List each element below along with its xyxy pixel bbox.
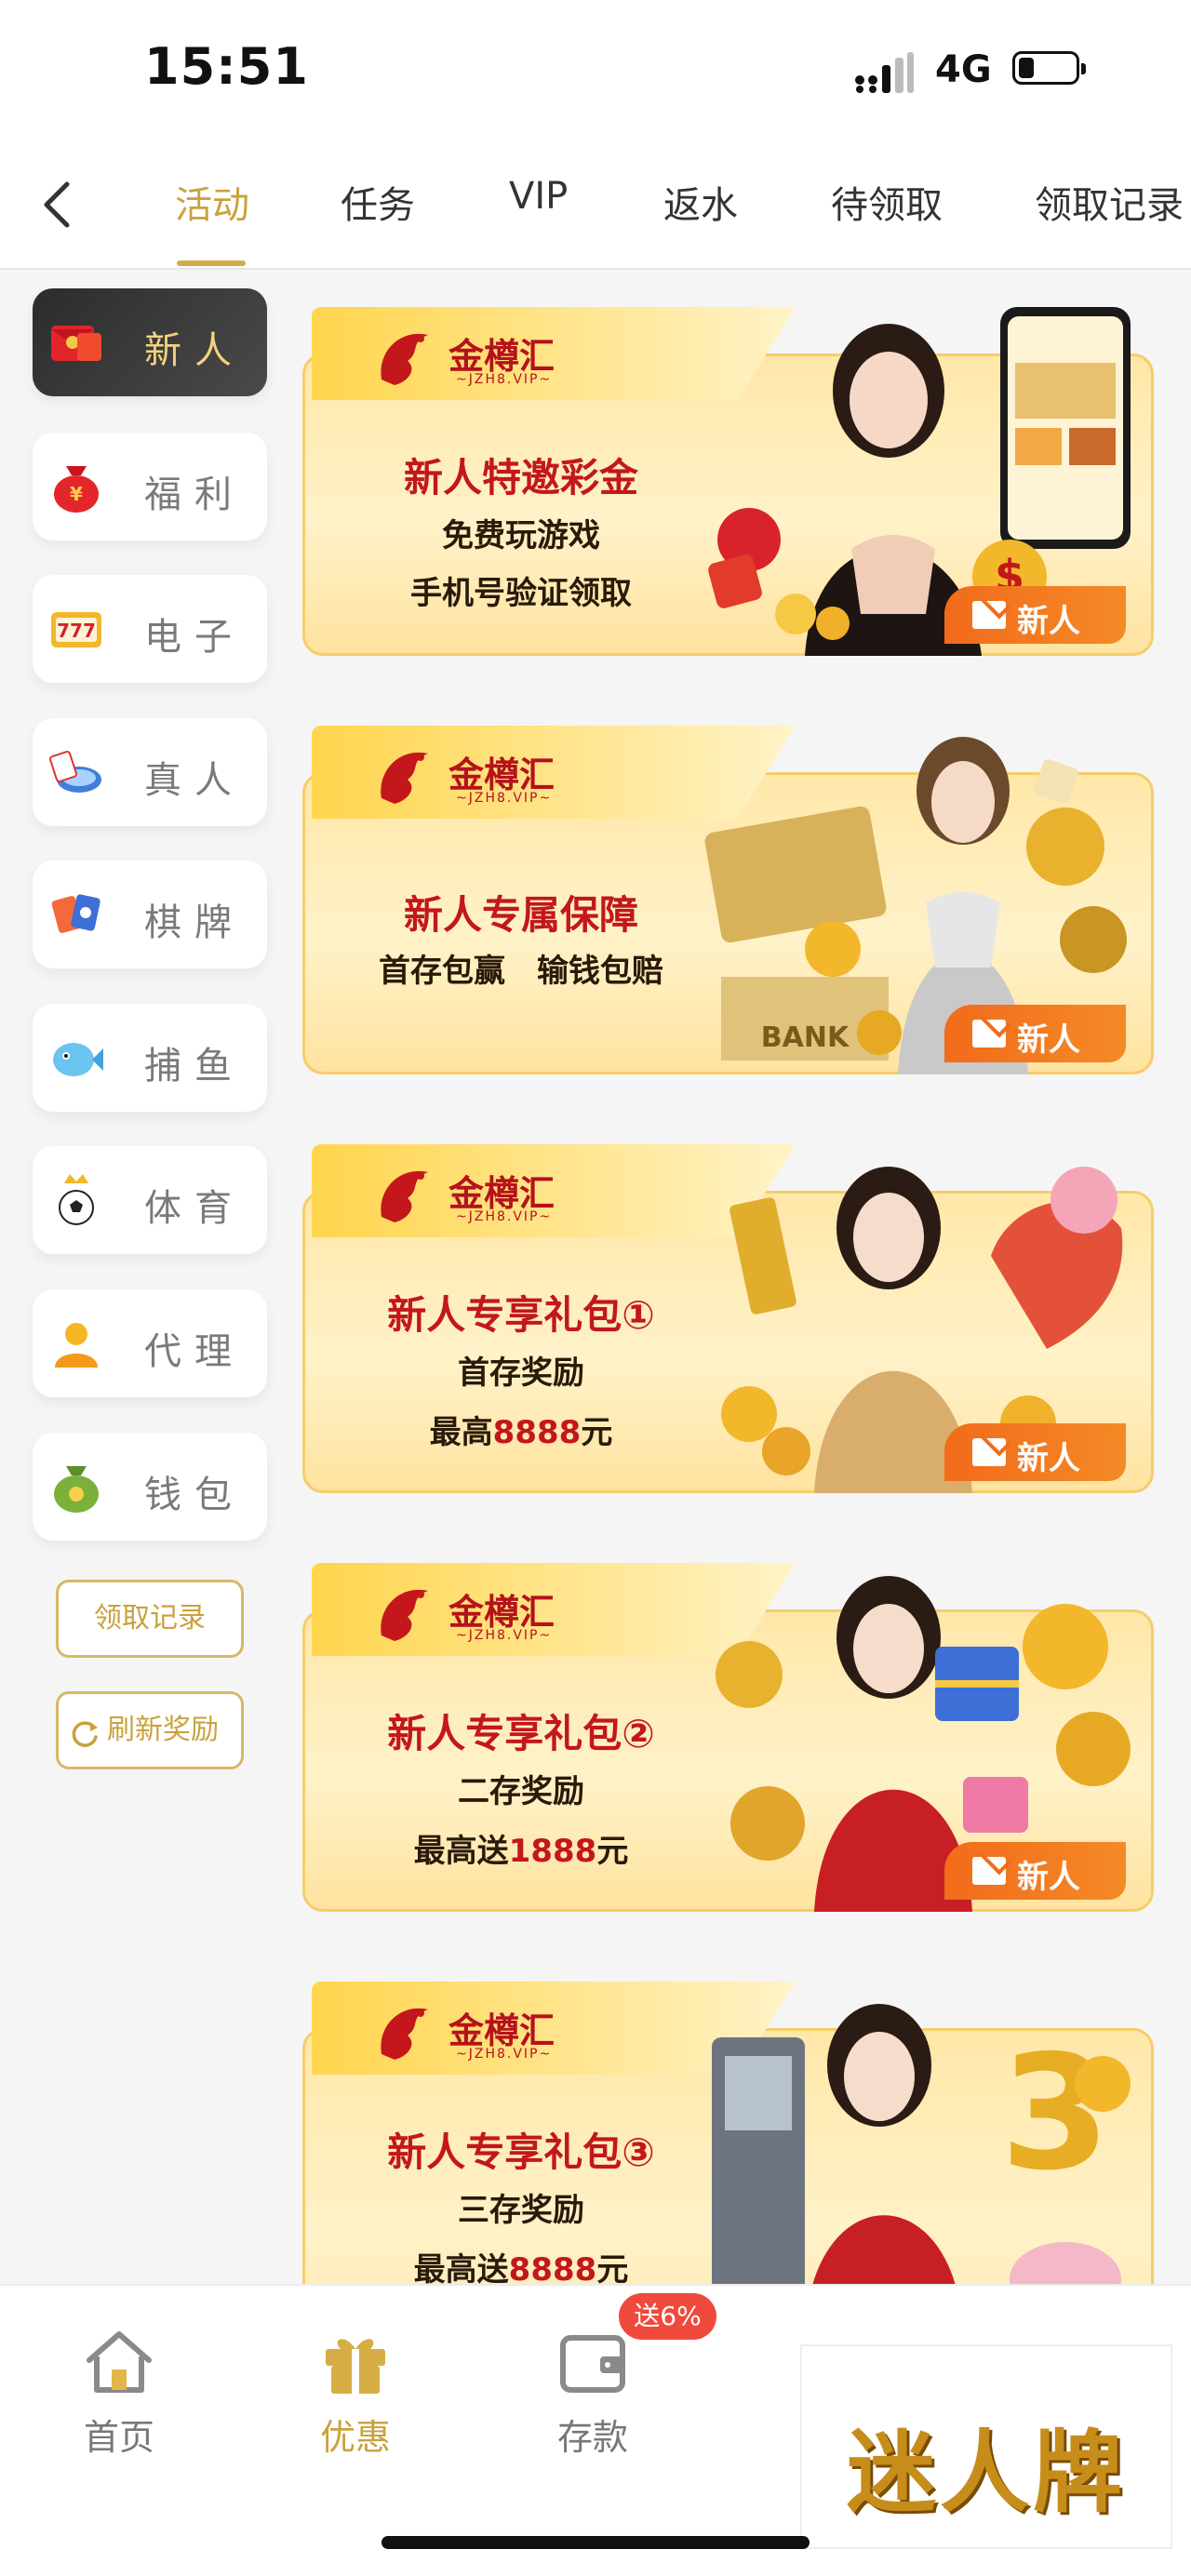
svg-text:777: 777 — [57, 620, 96, 642]
sidebar-item-label: 钱包 — [144, 1474, 245, 1516]
banner-line: 二存奖励 — [458, 1773, 584, 1810]
sidebar-item-sports[interactable]: 体育 — [33, 1146, 267, 1254]
banner-title: 新人专享礼包① — [387, 1292, 655, 1338]
sidebar-item-fishing[interactable]: 捕鱼 — [33, 1004, 267, 1112]
tab-vip[interactable]: VIP — [509, 175, 568, 218]
newbie-badge: 新人 — [944, 1005, 1126, 1062]
dragon-logo-icon — [381, 1170, 428, 1222]
banner-line: 最高送1888元 — [413, 1833, 629, 1870]
dragon-logo-icon — [381, 333, 428, 385]
battery-icon — [1012, 51, 1086, 85]
banner-title: 新人专属保障 — [403, 892, 638, 938]
refresh-reward-button[interactable]: 刷新奖励 — [56, 1691, 244, 1769]
promo-banner-4[interactable]: 金樽汇 ~JZH8.VIP~ 新人专享礼包② 二存奖励 最高送1888元 新人 — [302, 1563, 1154, 1926]
sidebar-item-label: 新人 — [144, 329, 245, 372]
brand-logo: 金樽汇 ~JZH8.VIP~ — [372, 742, 633, 817]
network-label: 4G — [935, 48, 992, 91]
fish-icon — [53, 1043, 103, 1076]
slot-777-icon: 777 — [51, 612, 101, 647]
banner-line: 免费玩游戏 — [442, 517, 600, 554]
active-tab-indicator — [177, 260, 246, 266]
sidebar-item-slots[interactable]: 777 电子 — [33, 575, 267, 683]
claim-record-button[interactable]: 领取记录 — [56, 1580, 244, 1658]
banner-title: 新人专享礼包② — [387, 1711, 655, 1756]
sidebar-item-label: 代理 — [144, 1330, 245, 1373]
money-bag-icon: ¥ — [54, 466, 99, 513]
home-indicator — [381, 2536, 810, 2549]
brand-logo: 金樽汇 ~JZH8.VIP~ — [372, 324, 633, 398]
tab-claim-history[interactable]: 领取记录 — [1035, 175, 1184, 229]
refresh-icon — [72, 1721, 98, 1747]
promo-banner-1[interactable]: 金樽汇 ~JZH8.VIP~ 新人特邀彩金 免费玩游戏 手机号验证领取 $ 新人 — [302, 307, 1154, 670]
dragon-logo-icon — [381, 2008, 428, 2060]
tab-rebate[interactable]: 返水 — [663, 175, 738, 229]
wallet-icon — [560, 2335, 625, 2393]
soccer-icon — [59, 1174, 94, 1225]
banner-title: 新人专享礼包③ — [387, 2129, 655, 2175]
wallet-icon — [54, 1466, 99, 1513]
promo-banner-5[interactable]: 金樽汇 ~JZH8.VIP~ 新人专享礼包③ 三存奖励 最高送8888元 3 — [302, 1982, 1154, 2284]
envelope-icon — [972, 1020, 1006, 1048]
newbie-badge: 新人 — [944, 586, 1126, 644]
dragon-logo-icon — [381, 1589, 428, 1641]
nav-deposit[interactable]: 存款 — [537, 2323, 649, 2460]
banner-title: 新人特邀彩金 — [403, 455, 638, 501]
signal-icon — [855, 52, 914, 93]
sidebar-item-welfare[interactable]: ¥ 福利 — [33, 433, 267, 541]
cards-icon — [51, 894, 100, 933]
sidebar-item-label: 电子 — [144, 616, 245, 659]
agent-icon — [55, 1323, 98, 1368]
banner-line: 首存奖励 — [458, 1355, 584, 1392]
sidebar-item-label: 体育 — [144, 1187, 245, 1230]
brand-logo: 金樽汇 ~JZH8.VIP~ — [372, 1998, 633, 2073]
refresh-label: 刷新奖励 — [107, 1714, 219, 1746]
nav-promotions[interactable]: 优惠 — [300, 2323, 411, 2460]
tab-activity[interactable]: 活动 — [175, 175, 249, 229]
sidebar-item-newbie[interactable]: 新人 — [33, 288, 267, 396]
home-icon — [87, 2331, 152, 2393]
banner-line: 最高8888元 — [429, 1414, 613, 1451]
deposit-bonus-badge: 送6% — [619, 2293, 716, 2340]
banner-line: 三存奖励 — [458, 2192, 584, 2229]
promo-banner-3[interactable]: 金樽汇 ~JZH8.VIP~ 新人专享礼包① 首存奖励 最高8888元 新人 — [302, 1144, 1154, 1507]
live-dealer-icon — [48, 751, 101, 793]
envelope-icon — [972, 1857, 1006, 1885]
watermark-overlay: 迷人牌 — [800, 2344, 1172, 2549]
status-bar: 15:51 4G — [0, 0, 1191, 140]
tab-pending[interactable]: 待领取 — [831, 175, 943, 229]
banner-line: 手机号验证领取 — [410, 575, 632, 612]
sidebar-item-label: 真人 — [144, 759, 245, 802]
envelope-icon — [972, 601, 1006, 629]
sidebar-item-label: 捕鱼 — [144, 1045, 245, 1088]
top-tab-bar: 活动 任务 VIP 返水 待领取 领取记录 — [0, 140, 1191, 270]
svg-text:3: 3 — [1000, 2022, 1110, 2206]
banner-illustration: 3 — [712, 2004, 1131, 2284]
tab-tasks[interactable]: 任务 — [341, 175, 415, 229]
banner-line: 最高送8888元 — [413, 2251, 629, 2284]
brand-logo: 金樽汇 ~JZH8.VIP~ — [372, 1161, 633, 1235]
sidebar-item-wallet[interactable]: 钱包 — [33, 1433, 267, 1541]
svg-text:¥: ¥ — [70, 483, 83, 505]
svg-text:BANK: BANK — [761, 1021, 850, 1054]
nav-home[interactable]: 首页 — [63, 2323, 175, 2460]
back-arrow-icon[interactable] — [35, 177, 82, 233]
envelope-icon — [972, 1438, 1006, 1466]
app-screen: 15:51 4G 活动 任务 VIP 返水 待领取 领取记录 新人 ¥ 福利 7… — [0, 0, 1191, 2576]
sidebar-item-live[interactable]: 真人 — [33, 718, 267, 826]
dragon-logo-icon — [381, 752, 428, 804]
promo-banner-2[interactable]: 金樽汇 ~JZH8.VIP~ 新人专属保障 首存包赢 输钱包赔 BANK 新人 — [302, 726, 1154, 1088]
sidebar-item-label: 福利 — [144, 474, 245, 516]
gift-icon — [326, 2339, 385, 2394]
banner-line: 首存包赢 输钱包赔 — [379, 953, 663, 990]
newbie-badge: 新人 — [944, 1842, 1126, 1900]
sidebar-item-agent[interactable]: 代理 — [33, 1289, 267, 1397]
status-time: 15:51 — [144, 37, 309, 96]
newbie-badge: 新人 — [944, 1423, 1126, 1481]
red-envelope-icon — [51, 326, 101, 361]
sidebar-item-cards[interactable]: 棋牌 — [33, 861, 267, 968]
brand-logo: 金樽汇 ~JZH8.VIP~ — [372, 1580, 633, 1654]
sidebar-item-label: 棋牌 — [144, 901, 245, 944]
